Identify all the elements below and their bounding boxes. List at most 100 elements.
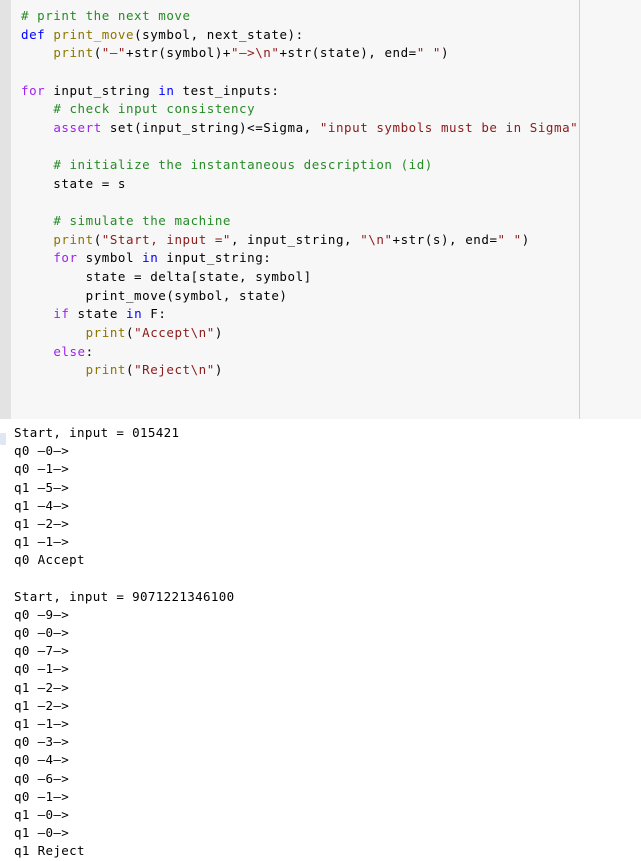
code-line: print("Reject\n") xyxy=(21,361,579,380)
output-line: q0 —1—> xyxy=(14,788,70,804)
code-token: input_string: xyxy=(166,250,272,266)
code-line: for symbol in input_string: xyxy=(21,249,579,268)
code-token: "—" xyxy=(101,45,127,61)
code-token: ) xyxy=(521,231,530,247)
code-token: print xyxy=(53,231,94,247)
code-token: # initialize the instantaneous descripti… xyxy=(53,157,433,173)
output-line: q0 Accept xyxy=(14,552,85,568)
code-token: in xyxy=(126,306,151,322)
code-token: print_move xyxy=(53,26,135,42)
output-line: q0 —0—> xyxy=(14,443,70,459)
output-line: q1 —2—> xyxy=(14,515,70,531)
code-token: assert xyxy=(53,119,110,135)
output-line: q0 —3—> xyxy=(14,734,70,750)
code-line: # check input consistency xyxy=(21,100,579,119)
code-token: "Reject\n" xyxy=(134,362,215,378)
code-line: # initialize the instantaneous descripti… xyxy=(21,156,579,175)
notebook-code-cell[interactable]: # print the next move def print_move(symb… xyxy=(0,0,641,419)
code-token: for xyxy=(53,250,86,266)
code-token: def xyxy=(21,26,54,42)
output-line: q1 —1—> xyxy=(14,534,70,550)
code-token: state = delta[state, symbol] xyxy=(21,268,312,284)
code-token: F: xyxy=(150,306,167,322)
code-token: test_inputs: xyxy=(182,82,280,98)
code-token: : xyxy=(85,343,94,359)
code-token: symbol xyxy=(85,250,143,266)
output-line: q1 —5—> xyxy=(14,479,70,495)
code-token: "\n" xyxy=(360,231,393,247)
code-token: +str(s), end= xyxy=(392,231,498,247)
code-line: print("Start, input =", input_string, "\… xyxy=(21,231,579,250)
code-token: input_string xyxy=(53,82,159,98)
code-line: print_move(symbol, state) xyxy=(21,287,579,306)
code-line: state = s xyxy=(21,175,579,194)
code-token: "Start, input =" xyxy=(101,231,231,247)
output-line: q1 —2—> xyxy=(14,679,70,695)
output-blank-line xyxy=(14,570,614,588)
code-token: if xyxy=(53,306,78,322)
code-token: +str(state), end= xyxy=(279,45,417,61)
code-token: ) xyxy=(214,362,223,378)
code-token: " " xyxy=(416,45,441,61)
code-line: if state in F: xyxy=(21,305,579,324)
output-line: Start, input = 9071221346100 xyxy=(14,588,235,604)
code-token: else xyxy=(53,343,86,359)
output-text-area: Start, input = 015421 q0 —0—> q0 —1—> q1 —5… xyxy=(14,424,614,861)
code-line: for input_string in test_inputs: xyxy=(21,82,579,101)
code-token: "input symbols must be in Sigma" xyxy=(319,119,579,135)
code-token: state = s xyxy=(21,175,126,191)
output-line: Start, input = 015421 xyxy=(14,425,180,440)
code-line: print("Accept\n") xyxy=(21,324,579,343)
code-cell-gutter xyxy=(0,0,11,419)
code-token: state xyxy=(77,306,127,322)
code-token: # print the next move xyxy=(21,8,191,23)
code-token: , input_string, xyxy=(231,231,361,247)
code-editor-area[interactable]: # print the next move def print_move(symb… xyxy=(11,0,579,419)
code-token: ( xyxy=(126,324,135,340)
code-token: print xyxy=(53,45,94,61)
code-token: print xyxy=(85,324,126,340)
output-line: q0 —7—> xyxy=(14,643,70,659)
code-token: in xyxy=(158,82,183,98)
code-token: " " xyxy=(497,231,522,247)
output-line: q0 —1—> xyxy=(14,461,70,477)
output-line: q0 —6—> xyxy=(14,770,70,786)
code-line: # simulate the machine xyxy=(21,212,579,231)
code-token: ( xyxy=(126,362,135,378)
code-token: "—>\n" xyxy=(231,45,280,61)
code-line: def print_move(symbol, next_state): xyxy=(21,26,579,45)
code-token: ) xyxy=(441,45,450,61)
code-token: (symbol, next_state): xyxy=(134,26,304,42)
output-line: q1 —2—> xyxy=(14,697,70,713)
output-line: q1 Reject xyxy=(14,843,85,859)
code-token: in xyxy=(142,250,167,266)
code-token: print xyxy=(85,362,126,378)
output-line: q1 —1—> xyxy=(14,716,70,731)
output-prompt-marker xyxy=(0,433,6,445)
notebook-output-cell: Start, input = 015421 q0 —0—> q0 —1—> q1 —5… xyxy=(0,419,641,858)
output-line: q1 —0—> xyxy=(14,806,70,822)
code-token: ) xyxy=(214,324,223,340)
code-line: else: xyxy=(21,343,579,362)
code-token: ( xyxy=(93,45,102,61)
output-line: q0 —1—> xyxy=(14,661,70,677)
code-line: state = delta[state, symbol] xyxy=(21,268,579,287)
code-token: +str(symbol)+ xyxy=(126,45,231,61)
output-line: q1 —0—> xyxy=(14,825,70,841)
code-token: ( xyxy=(93,231,102,247)
code-token: # check input consistency xyxy=(53,101,256,117)
code-line: print("—"+str(symbol)+"—>\n"+str(state),… xyxy=(21,44,579,63)
code-token: print_move(symbol, state) xyxy=(21,287,288,303)
